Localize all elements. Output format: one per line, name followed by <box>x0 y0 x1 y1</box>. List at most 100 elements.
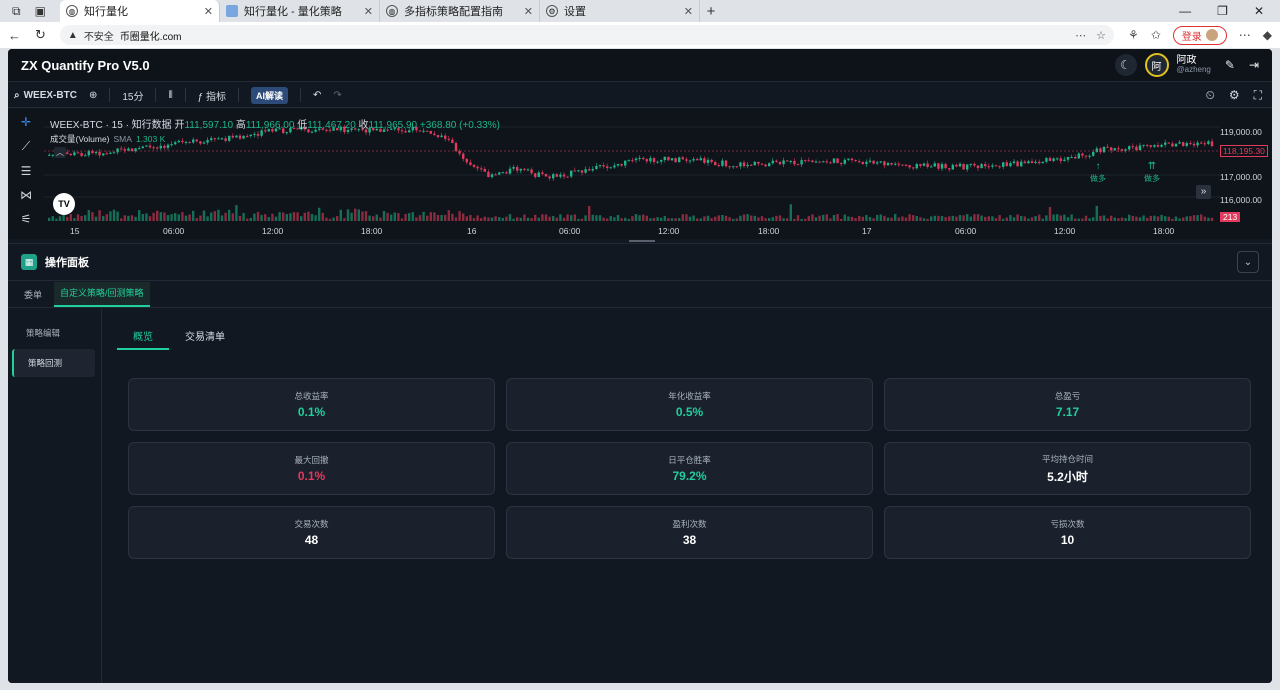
symbol-search[interactable]: ⌕ WEEX-BTC <box>14 90 77 101</box>
alert-icon[interactable]: ⏲ <box>1205 88 1214 103</box>
moon-icon[interactable]: ☾ <box>1114 54 1137 76</box>
volume-bar <box>804 218 807 221</box>
volume-bar <box>764 218 767 221</box>
url-box[interactable]: ▲ 不安全 币圈量化.com ⋯ ☆ <box>59 25 1114 45</box>
user-info[interactable]: 阿政 @azheng <box>1177 55 1211 75</box>
candle-body <box>228 135 231 141</box>
volume-bar <box>573 214 576 221</box>
redo-icon[interactable]: ↷ <box>333 90 341 101</box>
candle-body <box>1171 143 1174 147</box>
settings-icon[interactable]: ⚙ <box>1229 88 1240 103</box>
candle-body <box>818 161 821 163</box>
volume-bar <box>577 218 580 221</box>
candle-type-icon[interactable]: ⫴ <box>168 90 172 101</box>
favorites-icon[interactable]: ✩ <box>1151 28 1161 42</box>
candle-body <box>717 165 720 167</box>
close-icon[interactable]: ✕ <box>364 5 373 18</box>
logout-icon[interactable]: ⇥ <box>1249 58 1259 72</box>
restore-icon[interactable]: ❐ <box>1217 4 1228 18</box>
metric-label: 盈利次数 <box>672 519 707 529</box>
copilot-icon[interactable]: ◆ <box>1263 28 1272 42</box>
ai-analysis-button[interactable]: AI解读 <box>251 86 289 104</box>
more-icon[interactable]: ⋯ <box>1075 29 1086 42</box>
volume-bar <box>631 216 634 221</box>
pattern-icon[interactable]: ⋈ <box>20 188 32 202</box>
indicator-button[interactable]: ƒ 指标 <box>198 88 226 103</box>
browser-tab-2[interactable]: ◍ 多指标策略配置指南 ✕ <box>380 0 540 22</box>
new-tab-icon[interactable]: + <box>700 3 722 20</box>
chevron-up-icon[interactable]: ︿ <box>54 147 66 158</box>
candle-body <box>490 174 494 178</box>
tab-overview[interactable]: 概览 <box>117 322 169 350</box>
candle-body <box>652 158 656 163</box>
candle-body <box>681 157 684 160</box>
candle-body <box>1077 153 1080 159</box>
price-tick: 116,000.00 <box>1220 195 1262 205</box>
candle-body <box>778 161 782 165</box>
metric-label: 年化收益率 <box>668 391 711 401</box>
back-icon[interactable]: ← <box>8 28 21 43</box>
tradingview-logo[interactable]: TV <box>53 193 75 215</box>
candle-body <box>642 157 645 160</box>
browser-tab-1[interactable]: 知行量化 - 量化策略 ✕ <box>220 0 380 22</box>
candle-body <box>764 164 767 167</box>
chart-area[interactable]: ✛ ⟋ ☰ ⋈ ⚟ ↑ 做多 ⇈ 做多 WEEX-BTC · 15 · 知行数据 开1… <box>8 109 1272 239</box>
volume-bar <box>98 210 101 221</box>
close-icon[interactable]: ✕ <box>204 5 213 18</box>
candle-body <box>98 151 101 156</box>
browser-tab-0[interactable]: ◍ 知行量化 ✕ <box>60 0 220 22</box>
scroll-right-button[interactable]: » <box>1196 185 1211 199</box>
candle-body <box>804 160 807 162</box>
login-button[interactable]: 登录 <box>1172 25 1227 45</box>
workspaces-icon[interactable]: ⧉ <box>12 4 21 19</box>
buy-arrow-icon: ⇈ <box>1148 161 1156 172</box>
volume-bar <box>411 212 414 221</box>
close-icon[interactable]: ✕ <box>524 5 533 18</box>
user-avatar[interactable]: 阿 <box>1144 53 1169 77</box>
undo-icon[interactable]: ↶ <box>313 90 321 101</box>
extensions-icon[interactable]: ⚘ <box>1128 28 1139 42</box>
time-tick: 12:00 <box>262 226 284 236</box>
close-window-icon[interactable]: ✕ <box>1254 4 1264 18</box>
candle-body <box>721 160 724 166</box>
candle-body <box>771 160 774 164</box>
tools-settings-icon[interactable]: ⚟ <box>21 212 32 226</box>
trendline-icon[interactable]: ⟋ <box>22 139 30 154</box>
globe-icon: ◍ <box>386 5 398 17</box>
volume-bar <box>1063 214 1066 221</box>
crosshair-icon[interactable]: ✛ <box>21 115 31 129</box>
chevron-down-icon[interactable]: ⌄ <box>1237 251 1259 273</box>
fullscreen-icon[interactable]: ⛶ <box>1254 88 1262 103</box>
menu-dots-icon[interactable]: ⋯ <box>1239 28 1251 42</box>
minimize-icon[interactable]: — <box>1179 4 1191 18</box>
browser-tab-3[interactable]: ⚙ 设置 ✕ <box>540 0 700 22</box>
pencil-icon[interactable]: ✎ <box>1225 58 1235 72</box>
volume-bar <box>721 215 724 221</box>
tab-trade-list[interactable]: 交易清单 <box>169 322 241 350</box>
sidebar-item-edit[interactable]: 策略编辑 <box>12 319 95 347</box>
candle-body <box>148 145 152 148</box>
volume-bar <box>325 217 328 221</box>
horizontal-lines-icon[interactable]: ☰ <box>21 164 32 178</box>
candle-body <box>498 172 501 175</box>
url-text[interactable]: 币圈量化.com <box>120 28 182 43</box>
candle-body <box>476 166 479 169</box>
candle-body <box>1110 147 1113 151</box>
subtab-orders[interactable]: 委单 <box>22 288 44 307</box>
reload-icon[interactable]: ↻ <box>35 27 46 43</box>
warning-icon[interactable]: ▲ <box>68 30 78 41</box>
volume-bar <box>213 211 216 221</box>
volume-bar <box>1048 207 1052 221</box>
subtab-strategy[interactable]: 自定义策略/回测策略 <box>54 282 150 307</box>
sidebar-item-backtest[interactable]: 策略回测 <box>12 349 95 377</box>
volume-bar <box>753 215 756 221</box>
tab-actions-icon[interactable]: ▣ <box>35 4 46 18</box>
volume-bar <box>188 214 191 221</box>
close-icon[interactable]: ✕ <box>684 5 693 18</box>
plus-icon[interactable]: ⊕ <box>89 90 97 101</box>
candle-body <box>944 164 947 169</box>
pane-resize-handle[interactable] <box>629 240 655 242</box>
volume-bar <box>314 215 317 221</box>
interval-button[interactable]: 15分 <box>122 88 143 103</box>
star-icon[interactable]: ☆ <box>1096 29 1106 42</box>
